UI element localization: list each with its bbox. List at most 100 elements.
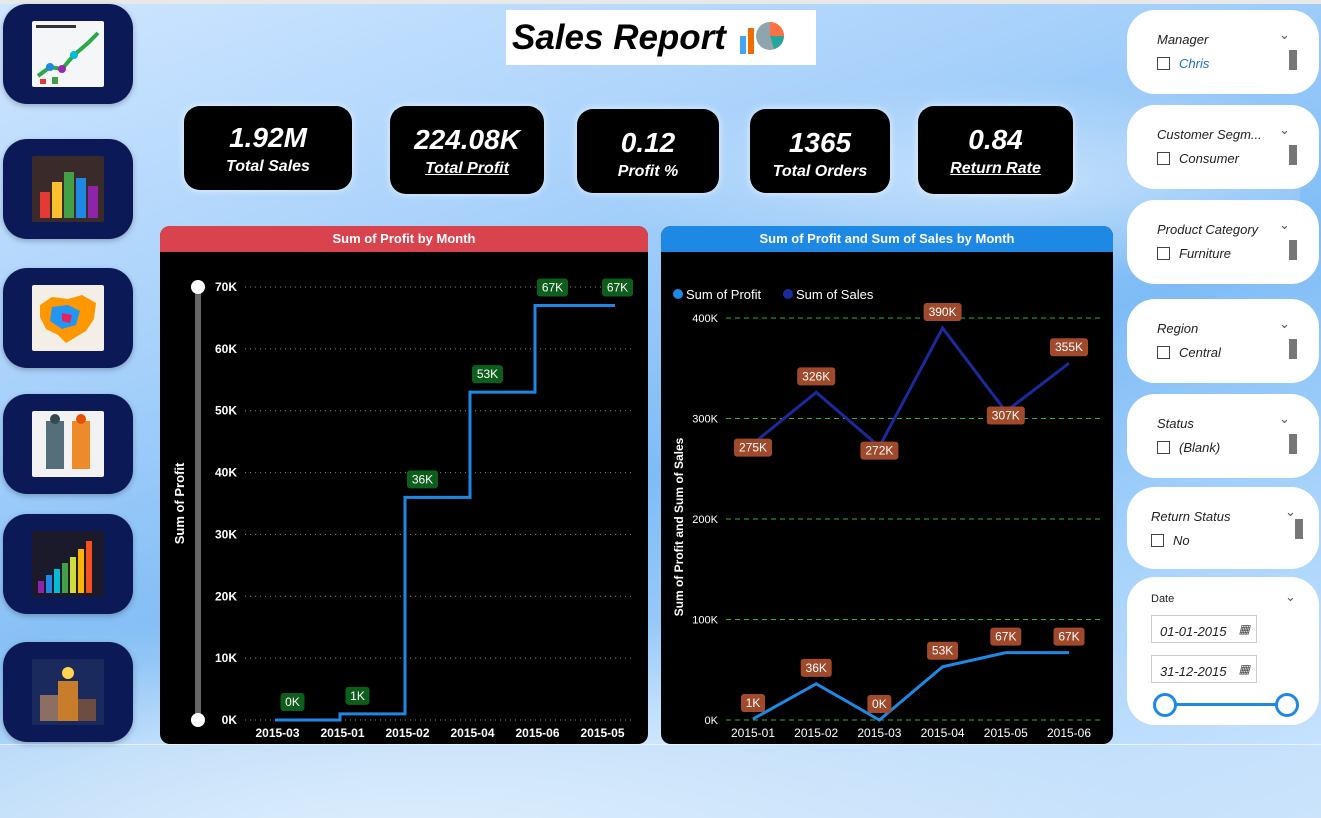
slicer-status[interactable]: Status ⌄ (Blank) <box>1127 394 1319 478</box>
chevron-down-icon[interactable]: ⌄ <box>1279 411 1290 427</box>
scrollbar[interactable] <box>1289 434 1297 454</box>
chevron-down-icon[interactable]: ⌄ <box>1279 316 1290 332</box>
kpi-label[interactable]: Return Rate <box>918 160 1073 178</box>
profit-sales-by-month-plot[interactable]: Sum of Profit Sum of Sales 0K 100K 200K 300K 4… <box>661 252 1113 744</box>
x-tick-label: 2015-03 <box>255 726 299 740</box>
scrollbar[interactable] <box>1295 519 1303 539</box>
nav-button-podium[interactable] <box>3 642 133 742</box>
x-tick-label: 2015-04 <box>450 726 494 740</box>
profit-by-month-plot[interactable]: 0K 10K 20K 30K 40K 50K 60K 70K 2015-03 2015-01 201… <box>160 252 648 744</box>
chevron-down-icon[interactable]: ⌄ <box>1285 589 1296 605</box>
calendar-icon[interactable]: ▦ <box>1239 622 1250 636</box>
calendar-icon[interactable]: ▦ <box>1239 662 1250 676</box>
series-line-sum-of-sales <box>752 325 1070 449</box>
checkbox[interactable] <box>1151 534 1164 547</box>
scrollbar[interactable] <box>1289 339 1297 359</box>
legend-marker <box>673 289 683 299</box>
kpi-label[interactable]: Total Profit <box>390 160 544 178</box>
data-label: 0K <box>872 697 887 711</box>
checkbox[interactable] <box>1157 57 1170 70</box>
chevron-down-icon[interactable]: ⌄ <box>1279 217 1290 233</box>
y-tick-label: 400K <box>692 313 718 325</box>
legend-label: Sum of Profit <box>686 287 762 302</box>
slicer-option[interactable]: Chris <box>1179 56 1209 71</box>
y-tick-label: 50K <box>215 404 237 418</box>
date-range-start-handle[interactable] <box>1153 693 1177 717</box>
x-axis-title: Month <box>894 742 933 744</box>
data-label: 355K <box>1055 340 1083 354</box>
data-label: 67K <box>607 281 628 295</box>
kpi-label: Total Sales <box>226 158 310 175</box>
profit-by-month-chart[interactable]: Sum of Profit by Month 0K 10K 20K 30K 40K 50K… <box>160 226 648 744</box>
chevron-down-icon[interactable]: ⌄ <box>1279 122 1290 138</box>
legend-marker <box>783 289 793 299</box>
kpi-value: 1365 <box>788 127 852 158</box>
figures-thumb <box>32 411 104 477</box>
slicer-return-status[interactable]: Return Status ⌄ No <box>1127 487 1319 569</box>
data-label: 67K <box>542 281 563 295</box>
checkbox[interactable] <box>1157 152 1170 165</box>
y-tick-label: 40K <box>215 466 237 480</box>
bar-chart-thumb <box>32 156 104 222</box>
x-tick-label: 2015-01 <box>731 726 775 740</box>
kpi-value: 0.12 <box>620 127 676 158</box>
profit-sales-by-month-chart[interactable]: Sum of Profit and Sum of Sales by Month … <box>661 226 1113 744</box>
top-strip <box>0 0 1321 4</box>
scrollbar[interactable] <box>1289 50 1297 70</box>
page-title: Sales Report <box>512 17 726 57</box>
checkbox[interactable] <box>1157 441 1170 454</box>
x-tick-label: 2015-06 <box>1047 726 1091 740</box>
slicer-option[interactable]: Consumer <box>1179 151 1239 166</box>
data-label: 1K <box>746 696 761 710</box>
x-tick-label: 2015-01 <box>320 726 364 740</box>
y-tick-label: 100K <box>692 615 718 627</box>
report-title-box: Sales Report <box>506 10 816 65</box>
chart-pie-icon <box>740 22 784 54</box>
slicer-title: Date <box>1151 593 1175 605</box>
y-tick-label: 70K <box>215 280 237 294</box>
y-tick-label: 200K <box>692 514 718 526</box>
x-tick-label: 2015-02 <box>385 726 429 740</box>
data-label: 67K <box>1058 630 1079 644</box>
scrollbar[interactable] <box>1289 240 1297 260</box>
data-label: 272K <box>865 444 893 458</box>
slicer-option[interactable]: No <box>1173 533 1190 548</box>
data-label: 53K <box>932 644 953 658</box>
chevron-down-icon[interactable]: ⌄ <box>1285 504 1296 520</box>
kpi-total-profit[interactable]: 224.08K Total Profit <box>390 106 544 194</box>
nav-button-map[interactable] <box>3 268 133 368</box>
date-range-end-handle[interactable] <box>1275 693 1299 717</box>
slicer-option[interactable]: Furniture <box>1179 246 1231 261</box>
chart-title: Sum of Profit and Sum of Sales by Month <box>661 226 1113 252</box>
slicer-manager[interactable]: Manager ⌄ Chris <box>1127 10 1319 94</box>
bottom-bar <box>0 744 1321 818</box>
slicer-date[interactable]: Date ⌄ 01-01-2015 ▦ 31-12-2015 ▦ <box>1127 577 1319 725</box>
y-tick-label: 0K <box>705 715 719 727</box>
nav-button-rising-bars[interactable] <box>3 514 133 614</box>
legend-label: Sum of Sales <box>796 287 874 302</box>
checkbox[interactable] <box>1157 247 1170 260</box>
podium-thumb <box>32 659 104 725</box>
nav-button-monthly-trend[interactable] <box>3 4 133 104</box>
start-date-input[interactable]: 01-01-2015 ▦ <box>1151 615 1257 643</box>
kpi-label: Profit % <box>617 163 679 180</box>
nav-button-bar-chart[interactable] <box>3 139 133 239</box>
kpi-return-rate[interactable]: 0.84 Return Rate <box>918 106 1073 194</box>
y-tick-label: 0K <box>222 713 238 727</box>
x-tick-label: 2015-05 <box>580 726 624 740</box>
date-range-track[interactable] <box>1165 703 1287 706</box>
nav-button-figures[interactable] <box>3 394 133 494</box>
checkbox[interactable] <box>1157 346 1170 359</box>
slicer-customer-segment[interactable]: Customer Segm... ⌄ Consumer <box>1127 105 1319 189</box>
end-date-value: 31-12-2015 <box>1160 664 1227 679</box>
data-label: 0K <box>285 695 300 709</box>
monthly-sales-trend-thumb <box>32 21 104 87</box>
slicer-region[interactable]: Region ⌄ Central <box>1127 299 1319 383</box>
end-date-input[interactable]: 31-12-2015 ▦ <box>1151 655 1257 683</box>
chevron-down-icon[interactable]: ⌄ <box>1279 27 1290 43</box>
data-label: 307K <box>992 408 1020 422</box>
slicer-option[interactable]: Central <box>1179 345 1221 360</box>
slicer-product-category[interactable]: Product Category ⌄ Furniture <box>1127 200 1319 284</box>
scrollbar[interactable] <box>1289 145 1297 165</box>
slicer-option[interactable]: (Blank) <box>1179 440 1220 455</box>
